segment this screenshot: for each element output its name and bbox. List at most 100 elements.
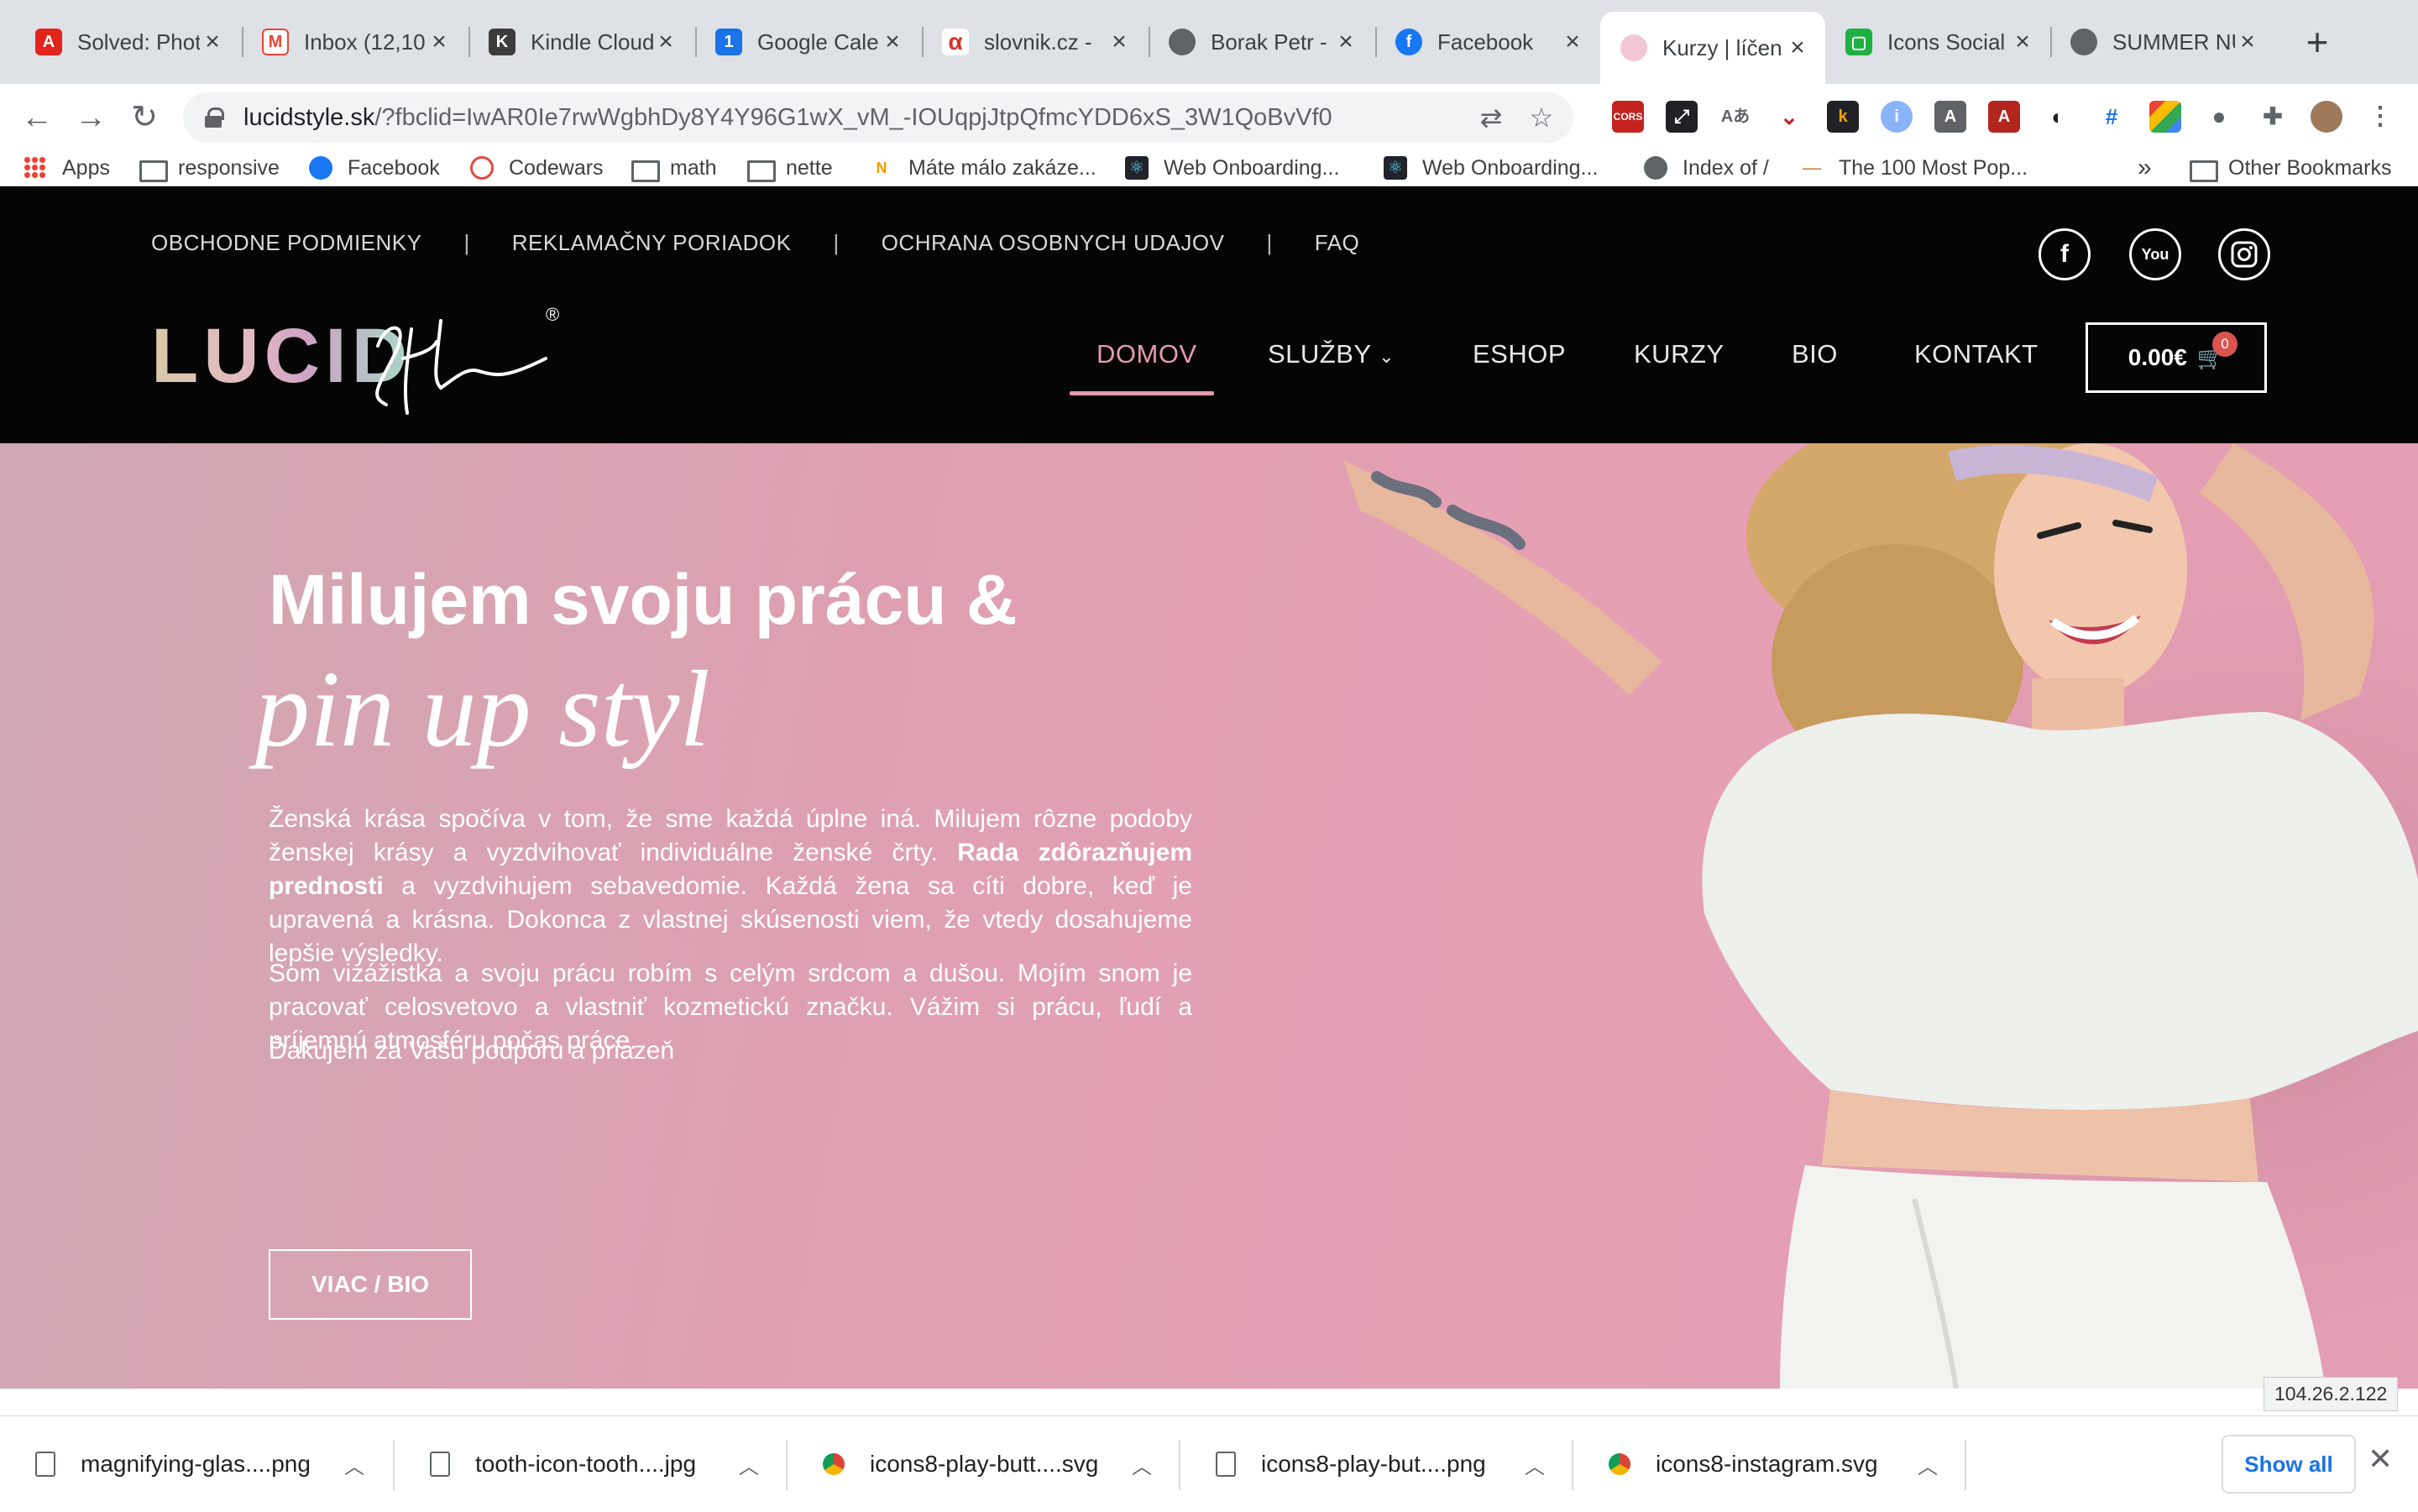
google-extension-icon[interactable]	[2149, 101, 2181, 133]
url-text[interactable]: lucidstyle.sk/?fbclid=IwAR0Ie7rwWgbhDy8Y…	[243, 104, 1473, 132]
nav-kurzy[interactable]: KURZY	[1634, 339, 1725, 369]
reload-button[interactable]: ↻	[123, 96, 166, 139]
circle-extension-icon[interactable]: ●	[2203, 101, 2235, 133]
bookmark-label: Facebook	[348, 155, 440, 180]
close-icon[interactable]: ✕	[2368, 1441, 2393, 1477]
bookmark-index-of[interactable]: Index of /	[1644, 151, 1769, 185]
nav-domov[interactable]: DOMOV	[1096, 339, 1197, 369]
download-item[interactable]: icons8-instagram.svg ︿	[1573, 1416, 1965, 1512]
close-icon[interactable]: ×	[1107, 28, 1132, 56]
top-links: OBCHODNE PODMIENKY | REKLAMAČNY PORIADOK…	[151, 230, 1359, 256]
close-icon[interactable]: ×	[653, 28, 678, 56]
tab-borak[interactable]: Borak Petr - ×	[1149, 13, 1374, 71]
viac-bio-button[interactable]: VIAC / BIO	[269, 1249, 472, 1320]
close-icon[interactable]: ×	[427, 28, 452, 56]
download-item[interactable]: magnifying-glas....png ︿	[0, 1416, 391, 1512]
profile-avatar[interactable]	[2311, 101, 2342, 133]
youtube-icon[interactable]: You	[2129, 228, 2181, 280]
angular-extension-icon[interactable]: A	[1988, 101, 2020, 133]
close-icon[interactable]: ×	[880, 28, 905, 56]
cart-button[interactable]: 0.00€ 🛒 0	[2086, 322, 2267, 393]
translate-icon[interactable]: ⇄	[1473, 99, 1510, 136]
bookmark-label: Other Bookmarks	[2228, 155, 2392, 180]
kindle-extension-icon[interactable]: k	[1827, 101, 1859, 133]
tab-inbox[interactable]: M Inbox (12,10 ×	[242, 13, 467, 71]
bookmark-web-onboarding-2[interactable]: ⚛ Web Onboarding...	[1384, 151, 1598, 185]
tab-icons-social[interactable]: ▢ Icons Social ×	[1825, 13, 2050, 71]
cors-extension-icon[interactable]: CORS	[1612, 101, 1644, 133]
a-extension-icon[interactable]: A	[1934, 101, 1966, 133]
tab-slovnik[interactable]: α slovnik.cz - ×	[922, 13, 1147, 71]
nav-kontakt[interactable]: KONTAKT	[1914, 339, 2039, 369]
back-button[interactable]: ←	[15, 96, 59, 139]
bookmark-responsive[interactable]: responsive	[139, 151, 280, 185]
forward-button[interactable]: →	[69, 96, 113, 139]
download-item[interactable]: icons8-play-but....png ︿	[1180, 1416, 1572, 1512]
nav-bio[interactable]: BIO	[1792, 339, 1838, 369]
star-icon[interactable]: ☆	[1523, 99, 1560, 136]
bookmark-facebook[interactable]: Facebook	[309, 151, 440, 185]
tab-facebook[interactable]: f Facebook ×	[1375, 13, 1600, 71]
fullscreen-extension-icon[interactable]: ⤢	[1666, 101, 1698, 133]
close-icon[interactable]: ×	[1333, 28, 1358, 56]
close-icon[interactable]: ×	[1560, 28, 1585, 56]
divider: |	[833, 230, 840, 255]
nav-eshop[interactable]: ESHOP	[1473, 339, 1566, 369]
close-icon[interactable]: ×	[2235, 28, 2260, 56]
bookmark-codewars[interactable]: Codewars	[470, 151, 604, 185]
lock-icon[interactable]	[205, 107, 224, 128]
close-icon[interactable]: ×	[2010, 28, 2035, 56]
puzzle-icon[interactable]: ✚	[2257, 101, 2289, 133]
tab-kurzy-active[interactable]: Kurzy | líčen ×	[1600, 12, 1825, 84]
link-reklamacny-poriadok[interactable]: REKLAMAČNY PORIADOK	[512, 230, 792, 256]
tab-calendar[interactable]: 1 Google Cale ×	[695, 13, 920, 71]
link-faq[interactable]: FAQ	[1315, 230, 1360, 256]
chevron-up-icon[interactable]: ︿	[1518, 1450, 1552, 1479]
nav-active-underline	[1070, 391, 1214, 395]
bookmark-apps[interactable]: Apps	[24, 151, 110, 185]
download-item[interactable]: tooth-icon-tooth....jpg ︿	[395, 1416, 786, 1512]
translate-extension-icon[interactable]: Aあ	[1719, 101, 1751, 133]
site-header: OBCHODNE PODMIENKY | REKLAMAČNY PORIADOK…	[0, 186, 2418, 443]
nav-sluzby[interactable]: SLUŽBY ⌄	[1268, 339, 1395, 369]
bookmark-100-most[interactable]: — The 100 Most Pop...	[1800, 151, 2028, 185]
chevron-up-icon[interactable]: ︿	[1125, 1450, 1159, 1479]
bookmark-mate-malo[interactable]: N Máte málo zakáze...	[870, 151, 1096, 185]
menu-icon[interactable]: ⋮	[2364, 101, 2396, 133]
download-item[interactable]: icons8-play-butt....svg ︿	[788, 1416, 1179, 1512]
bookmark-web-onboarding-1[interactable]: ⚛ Web Onboarding...	[1125, 151, 1339, 185]
chevron-up-icon[interactable]: ︿	[338, 1450, 371, 1479]
dark-mode-extension-icon[interactable]: ◐	[2042, 101, 2074, 133]
pocket-extension-icon[interactable]: ⌄	[1773, 101, 1805, 133]
chevron-up-icon[interactable]: ︿	[732, 1450, 766, 1479]
bookmark-label: math	[670, 155, 717, 180]
chevron-up-icon[interactable]: ︿	[1911, 1450, 1944, 1479]
link-obchodne-podmienky[interactable]: OBCHODNE PODMIENKY	[151, 230, 422, 256]
divider: |	[1266, 230, 1273, 255]
show-all-button[interactable]: Show all	[2222, 1435, 2356, 1494]
tab-summer[interactable]: SUMMER NU ×	[2050, 13, 2275, 71]
info-extension-icon[interactable]: i	[1881, 101, 1913, 133]
bookmark-nette[interactable]: nette	[747, 151, 833, 185]
address-bar[interactable]: lucidstyle.sk/?fbclid=IwAR0Ie7rwWgbhDy8Y…	[183, 92, 1573, 143]
instagram-icon[interactable]	[2218, 228, 2270, 280]
new-tab-button[interactable]: +	[2297, 18, 2337, 65]
facebook-icon[interactable]: f	[2039, 228, 2091, 280]
facebook-icon	[309, 156, 332, 180]
tab-label: Inbox (12,10	[304, 29, 426, 55]
cart-total: 0.00€	[2128, 344, 2187, 370]
close-icon[interactable]: ×	[1785, 34, 1810, 62]
link-ochrana-udajov[interactable]: OCHRANA OSOBNYCH UDAJOV	[882, 230, 1225, 256]
bookmark-math[interactable]: math	[631, 151, 717, 185]
bookmark-other[interactable]: Other Bookmarks	[2190, 151, 2392, 185]
tab-solved[interactable]: A Solved: Phot ×	[15, 13, 240, 71]
close-icon[interactable]: ×	[200, 28, 225, 56]
bookmarks-overflow-button[interactable]: »	[2138, 151, 2152, 185]
site-icon: —	[1803, 157, 1821, 178]
tab-label: Solved: Phot	[77, 29, 200, 55]
downloads-shelf: magnifying-glas....png ︿ tooth-icon-toot…	[0, 1415, 2418, 1511]
logo[interactable]: LUCID ®	[151, 296, 571, 430]
download-filename: icons8-instagram.svg	[1656, 1451, 1878, 1477]
tab-kindle[interactable]: K Kindle Cloud ×	[468, 13, 693, 71]
crop-extension-icon[interactable]: #	[2096, 101, 2128, 133]
